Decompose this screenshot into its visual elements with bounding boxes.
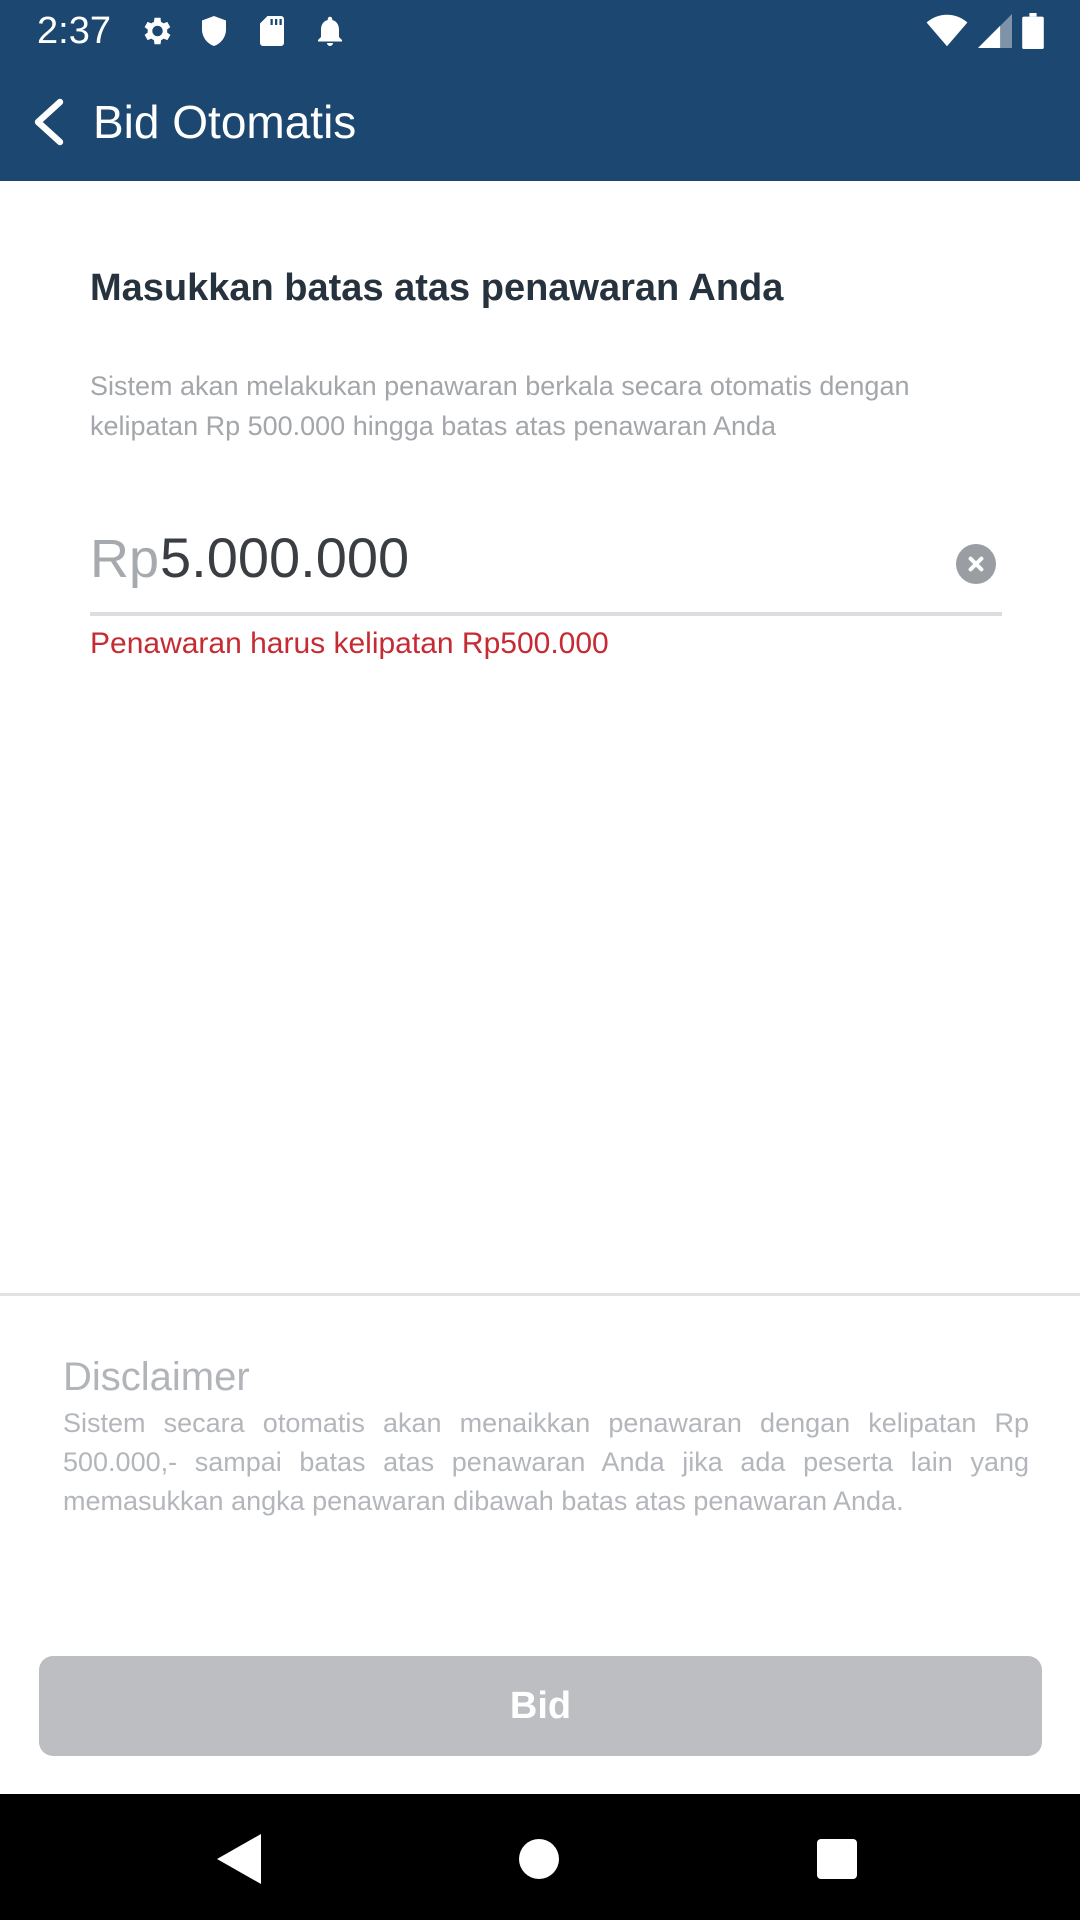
form-heading: Masukkan batas atas penawaran Anda: [90, 267, 784, 309]
nav-back-button[interactable]: [206, 1826, 272, 1892]
cell-signal-icon: [978, 14, 1012, 48]
sd-card-icon: [260, 16, 284, 46]
clear-button[interactable]: [956, 544, 996, 584]
nav-recents-button[interactable]: [804, 1826, 870, 1892]
app-bar: Bid Otomatis: [0, 62, 1080, 181]
status-icons-right: [926, 12, 1044, 50]
settings-icon: [144, 17, 171, 45]
screen: 2:37 Bid Otomatis Masukkan batas atas pe…: [0, 0, 1080, 1920]
status-time: 2:37: [37, 10, 111, 52]
currency-prefix: Rp: [90, 529, 160, 589]
status-bar: 2:37: [0, 0, 1080, 62]
divider: [0, 1293, 1080, 1296]
navigation-bar: [0, 1794, 1080, 1920]
form-description: Sistem akan melakukan penawaran berkala …: [90, 371, 910, 441]
nav-back-icon: [217, 1834, 261, 1884]
error-message: Penawaran harus kelipatan Rp500.000: [90, 627, 609, 660]
chevron-left-icon: [34, 98, 64, 146]
nav-home-icon: [519, 1839, 559, 1879]
amount-input[interactable]: [160, 520, 860, 594]
back-button[interactable]: [16, 90, 80, 154]
nav-recents-icon: [817, 1839, 857, 1879]
shield-icon: [202, 16, 226, 46]
bid-button[interactable]: Bid: [39, 1656, 1042, 1756]
nav-home-button[interactable]: [506, 1826, 572, 1892]
status-icons-left: [138, 13, 348, 49]
disclaimer-title: Disclaimer: [63, 1355, 250, 1399]
amount-field: Rp: [90, 516, 1002, 616]
page-title: Bid Otomatis: [93, 96, 357, 148]
disclaimer-text: Sistem secara otomatis akan menaikkan pe…: [63, 1408, 1029, 1516]
clear-icon: [968, 556, 984, 572]
battery-icon: [1022, 13, 1044, 49]
wifi-icon: [926, 14, 968, 47]
notification-bell-icon: [318, 16, 342, 46]
